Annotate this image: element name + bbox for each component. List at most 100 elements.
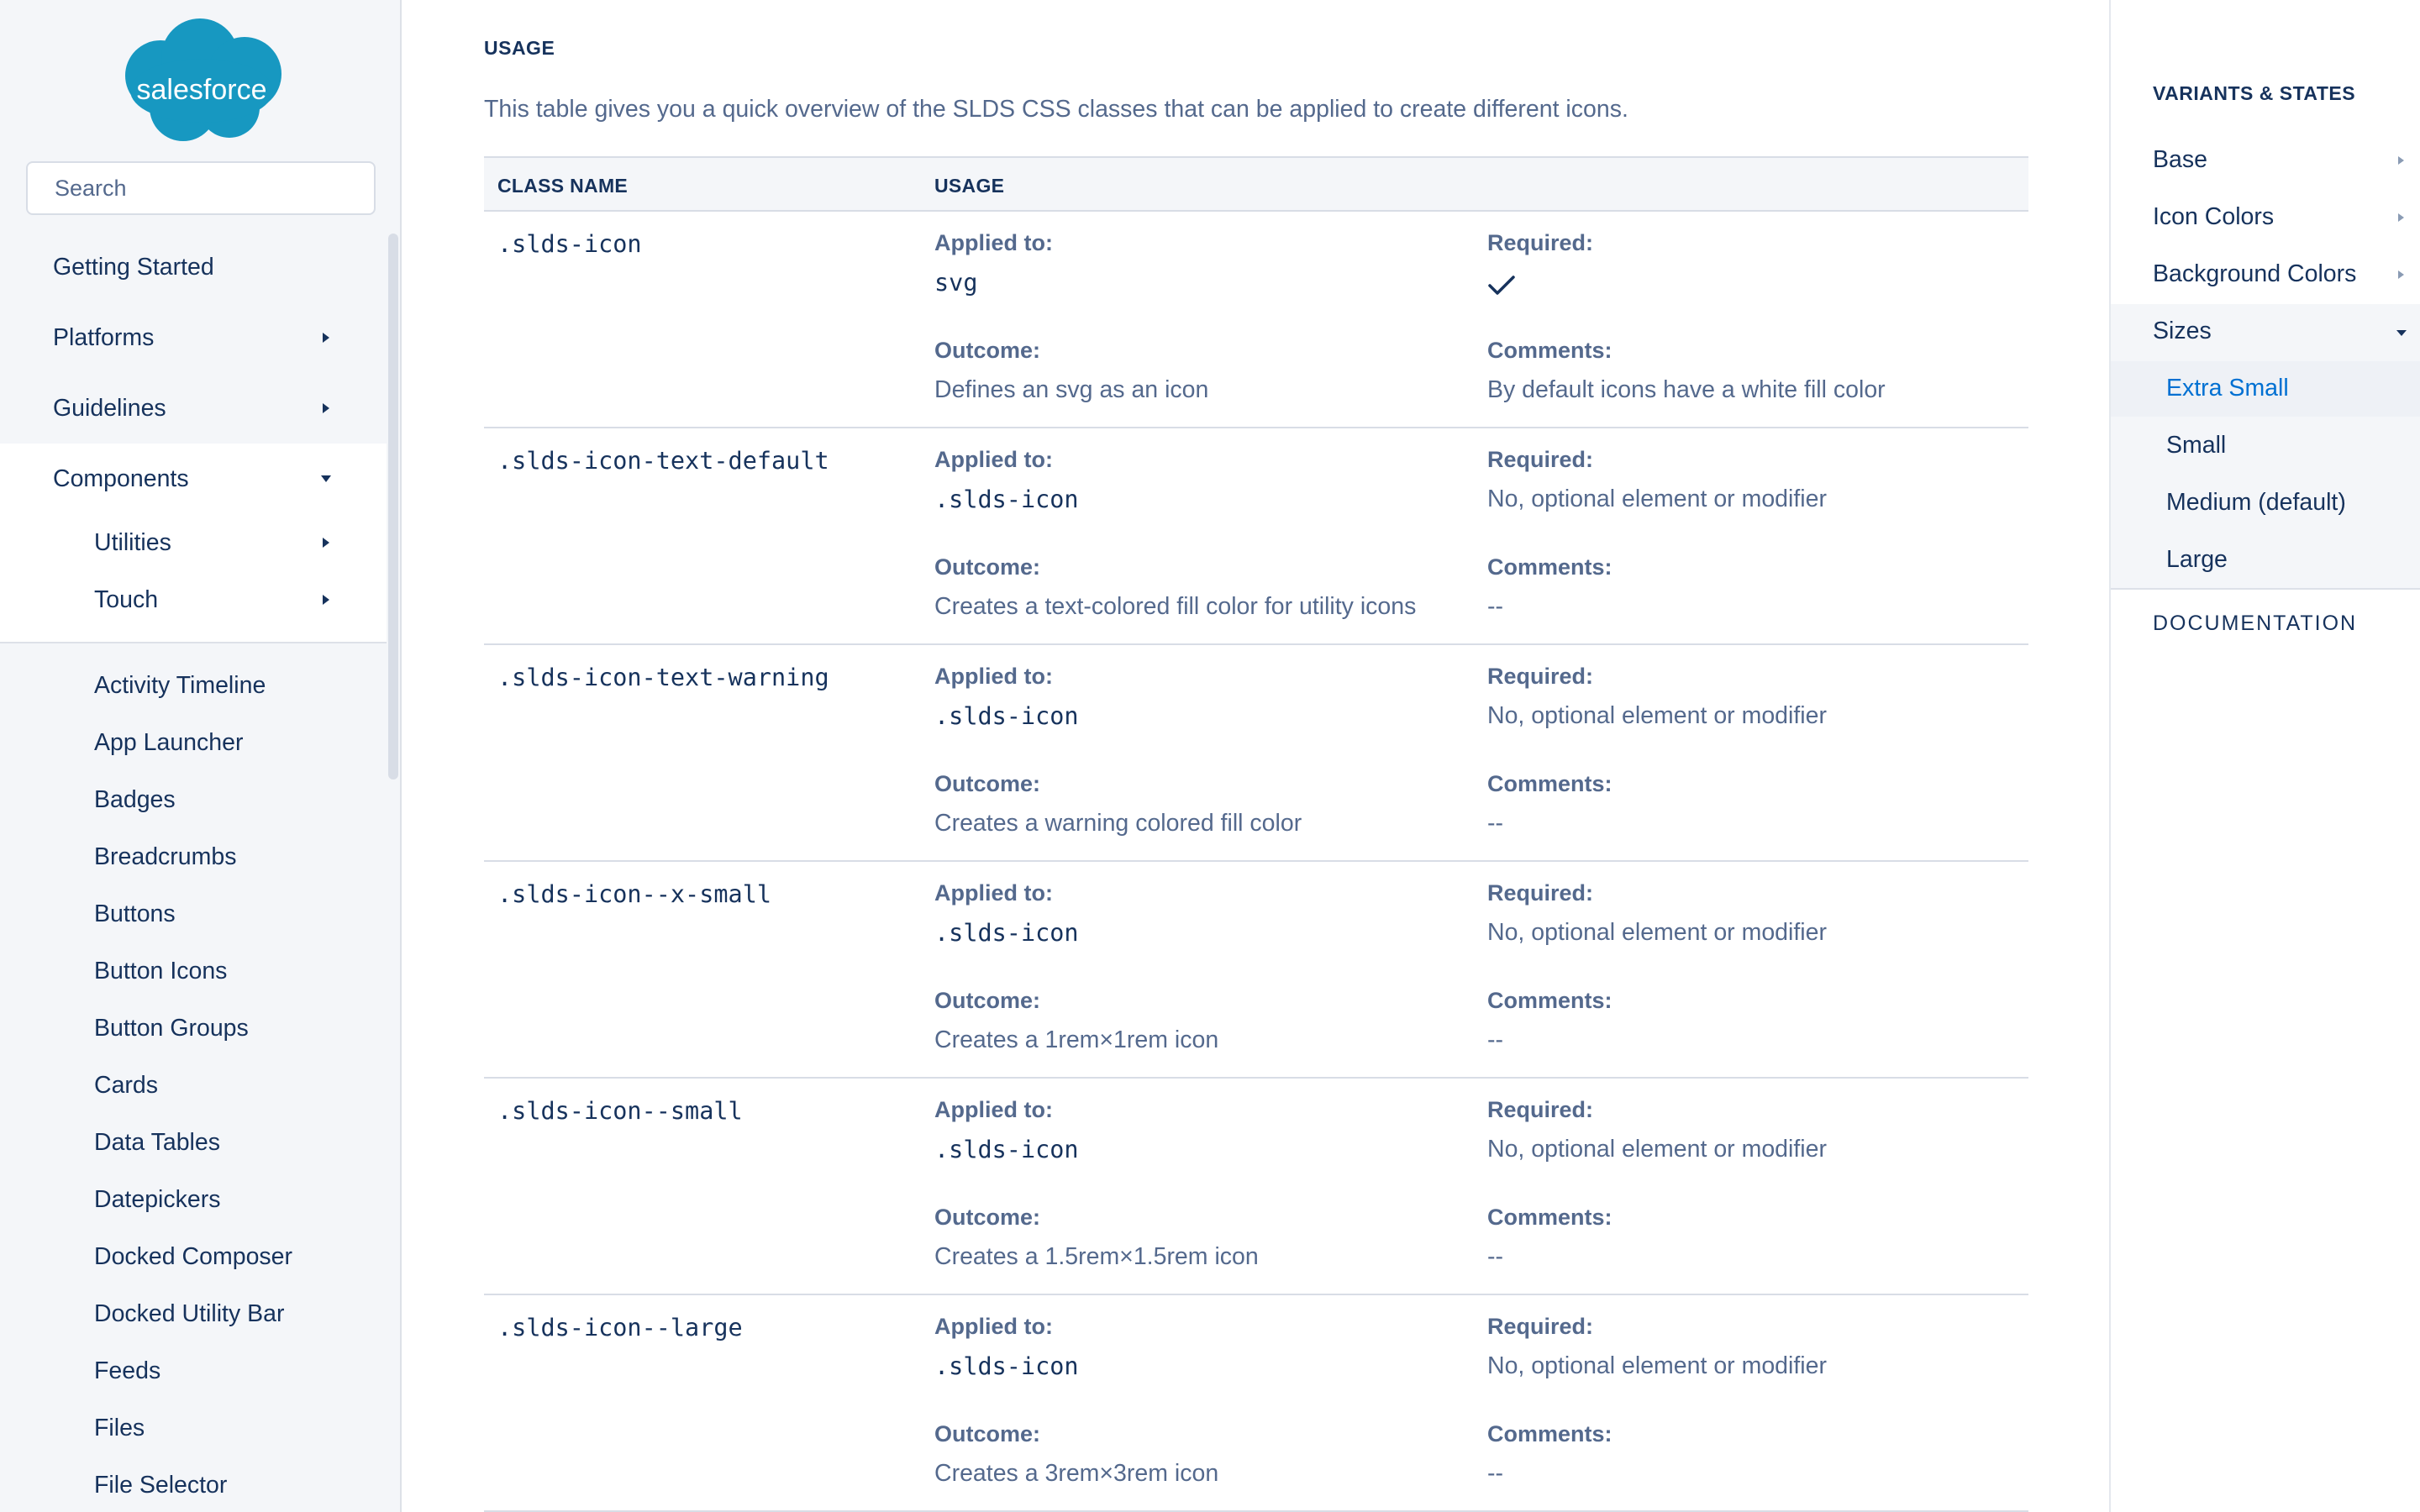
intro-text: This table gives you a quick overview of… xyxy=(484,96,1628,123)
nav-guidelines[interactable]: Guidelines xyxy=(53,393,166,423)
nav-components[interactable]: Components xyxy=(53,464,189,494)
search-input[interactable]: Search xyxy=(26,161,376,215)
outcome-value: Creates a 3rem×3rem icon xyxy=(934,1460,1219,1487)
table-row: .slds-icon-text-warning Applied to: .sld… xyxy=(484,645,2028,862)
applied-to-label: Applied to: xyxy=(934,664,1053,689)
class-name: .slds-icon--small xyxy=(497,1097,743,1125)
outcome-label: Outcome: xyxy=(934,1421,1041,1446)
salesforce-logo[interactable]: salesforce xyxy=(112,17,292,143)
checkmark-icon xyxy=(1488,276,1515,295)
comments-value: -- xyxy=(1487,1026,1503,1053)
chevron-right-icon[interactable] xyxy=(323,403,329,413)
outcome-value: Defines an svg as an icon xyxy=(934,376,1209,403)
outcome-label: Outcome: xyxy=(934,1205,1041,1230)
required-value: No, optional element or modifier xyxy=(1487,1136,1827,1163)
applied-to-value: .slds-icon xyxy=(934,1136,1079,1163)
nav-utilities[interactable]: Utilities xyxy=(94,528,171,558)
variant-icon-colors[interactable]: Icon Colors xyxy=(2153,203,2274,231)
section-heading: USAGE xyxy=(484,37,555,59)
nav-component-item[interactable]: Button Groups xyxy=(94,1013,249,1043)
chevron-right-icon[interactable] xyxy=(323,538,329,548)
table-row: .slds-icon-text-default Applied to: .sld… xyxy=(484,428,2028,645)
comments-value: -- xyxy=(1487,1243,1503,1270)
required-value: No, optional element or modifier xyxy=(1487,919,1827,946)
outcome-label: Outcome: xyxy=(934,554,1041,580)
applied-to-label: Applied to: xyxy=(934,880,1053,906)
nav-component-item[interactable]: Breadcrumbs xyxy=(94,842,236,872)
table-header: CLASS NAME USAGE xyxy=(484,156,2028,212)
nav-component-item[interactable]: Datepickers xyxy=(94,1184,220,1215)
outcome-value: Creates a 1rem×1rem icon xyxy=(934,1026,1219,1053)
chevron-down-icon[interactable] xyxy=(321,475,331,482)
nav-getting-started[interactable]: Getting Started xyxy=(53,252,214,282)
nav-touch[interactable]: Touch xyxy=(94,585,158,615)
class-name: .slds-icon-text-warning xyxy=(497,664,829,691)
nav-component-item[interactable]: Files xyxy=(94,1413,145,1443)
size-medium[interactable]: Medium (default) xyxy=(2166,489,2346,517)
nav-component-item[interactable]: Data Tables xyxy=(94,1127,220,1158)
nav-component-item[interactable]: File Selector xyxy=(94,1470,227,1500)
table-row: .slds-icon--large Applied to: .slds-icon… xyxy=(484,1295,2028,1512)
applied-to-label: Applied to: xyxy=(934,1314,1053,1339)
comments-label: Comments: xyxy=(1487,771,1612,796)
size-extra-small[interactable]: Extra Small xyxy=(2166,375,2289,402)
required-value: No, optional element or modifier xyxy=(1487,702,1827,729)
nav-component-item[interactable]: Docked Composer xyxy=(94,1242,292,1272)
nav-component-item[interactable]: Badges xyxy=(94,785,176,815)
sizes-subsection xyxy=(2111,304,2420,590)
required-label: Required: xyxy=(1487,1314,1594,1339)
chevron-right-icon[interactable] xyxy=(2398,270,2404,279)
nav-component-item[interactable]: Button Icons xyxy=(94,956,227,986)
chevron-right-icon[interactable] xyxy=(2398,213,2404,222)
required-label: Required: xyxy=(1487,880,1594,906)
class-name: .slds-icon xyxy=(497,230,642,258)
chevron-right-icon[interactable] xyxy=(2398,156,2404,165)
applied-to-label: Applied to: xyxy=(934,447,1053,472)
nav-platforms[interactable]: Platforms xyxy=(53,323,154,353)
nav-component-item[interactable]: Feeds xyxy=(94,1356,160,1386)
required-label: Required: xyxy=(1487,447,1594,472)
table-row: .slds-icon Applied to: svg Required: Out… xyxy=(484,212,2028,428)
comments-value: -- xyxy=(1487,1460,1503,1487)
class-name: .slds-icon--x-small xyxy=(497,880,772,908)
applied-to-value: .slds-icon xyxy=(934,702,1079,730)
comments-value: -- xyxy=(1487,810,1503,837)
nav-component-item[interactable]: App Launcher xyxy=(94,727,243,758)
applied-to-value: svg xyxy=(934,269,978,297)
comments-label: Comments: xyxy=(1487,1205,1612,1230)
logo-wordmark: salesforce xyxy=(137,74,267,106)
comments-label: Comments: xyxy=(1487,554,1612,580)
class-name: .slds-icon-text-default xyxy=(497,447,829,475)
applied-to-value: .slds-icon xyxy=(934,919,1079,947)
outcome-label: Outcome: xyxy=(934,338,1041,363)
outcome-label: Outcome: xyxy=(934,988,1041,1013)
nav-component-item[interactable]: Docked Utility Bar xyxy=(94,1299,284,1329)
chevron-down-icon[interactable] xyxy=(2396,330,2407,336)
variant-background-colors[interactable]: Background Colors xyxy=(2153,260,2356,288)
comments-label: Comments: xyxy=(1487,988,1612,1013)
sidebar-scrollbar[interactable] xyxy=(388,234,398,780)
size-small[interactable]: Small xyxy=(2166,432,2226,459)
usage-table: CLASS NAME USAGE .slds-icon Applied to: … xyxy=(484,156,2028,1512)
table-row: .slds-icon--small Applied to: .slds-icon… xyxy=(484,1079,2028,1295)
outcome-value: Creates a text-colored fill color for ut… xyxy=(934,593,1417,620)
required-value: No, optional element or modifier xyxy=(1487,1352,1827,1379)
required-label: Required: xyxy=(1487,1097,1594,1122)
required-value: No, optional element or modifier xyxy=(1487,486,1827,512)
comments-value: -- xyxy=(1487,593,1503,620)
nav-component-item[interactable]: Activity Timeline xyxy=(94,670,266,701)
nav-component-item[interactable]: Buttons xyxy=(94,899,176,929)
documentation-link[interactable]: DOCUMENTATION xyxy=(2153,612,2357,636)
comments-value: By default icons have a white fill color xyxy=(1487,376,1886,403)
variant-base[interactable]: Base xyxy=(2153,146,2207,174)
applied-to-label: Applied to: xyxy=(934,1097,1053,1122)
applied-to-value: .slds-icon xyxy=(934,486,1079,513)
outcome-value: Creates a 1.5rem×1.5rem icon xyxy=(934,1243,1259,1270)
size-large[interactable]: Large xyxy=(2166,546,2228,574)
outcome-value: Creates a warning colored fill color xyxy=(934,810,1302,837)
column-header-class-name: CLASS NAME xyxy=(497,175,629,197)
variant-sizes[interactable]: Sizes xyxy=(2153,318,2212,345)
chevron-right-icon[interactable] xyxy=(323,333,329,343)
nav-component-item[interactable]: Cards xyxy=(94,1070,158,1100)
chevron-right-icon[interactable] xyxy=(323,595,329,605)
